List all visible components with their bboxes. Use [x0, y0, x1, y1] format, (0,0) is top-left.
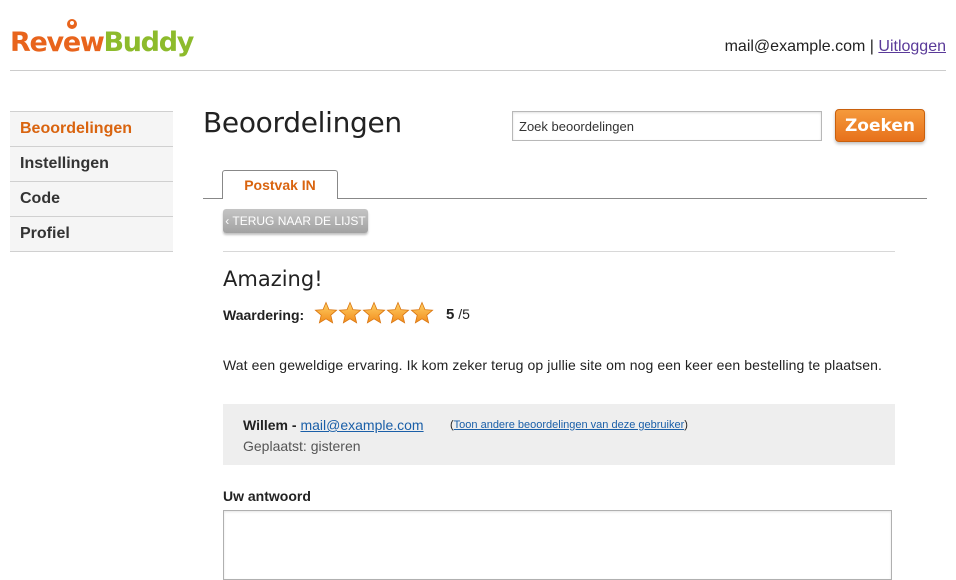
posted-date: Geplaatst: gisteren [243, 438, 361, 454]
user-account-area: mail@example.com | Uitloggen [725, 38, 946, 56]
other-reviews: (Toon andere beoordelingen van deze gebr… [450, 419, 688, 431]
paren-close: ) [684, 419, 688, 431]
search-input[interactable] [512, 111, 822, 141]
back-to-list-button[interactable]: ‹ TERUG NAAR DE LIJST [223, 209, 368, 233]
logo-text: RevewBuddy [10, 27, 194, 58]
sidebar-item-profiel[interactable]: Profiel [10, 217, 173, 252]
star-icon [410, 301, 434, 324]
star-icon [362, 301, 386, 324]
rating-score: 5 /5 [446, 306, 470, 323]
sidebar-item-code[interactable]: Code [10, 182, 173, 217]
other-reviews-link[interactable]: Toon andere beoordelingen van deze gebru… [454, 419, 685, 431]
logout-link[interactable]: Uitloggen [878, 38, 946, 55]
header-divider [10, 70, 946, 71]
author-line: Willem - mail@example.com [243, 417, 424, 433]
rating-label: Waardering: [223, 307, 305, 323]
review-body: Wat een geweldige ervaring. Ik kom zeker… [223, 357, 883, 373]
sidebar-item-beoordelingen[interactable]: Beoordelingen [10, 112, 173, 147]
answer-label: Uw antwoord [223, 488, 311, 504]
logo-eye-icon [67, 19, 77, 29]
star-icon [314, 301, 338, 324]
author-info-box: Willem - mail@example.com (Toon andere b… [223, 404, 895, 465]
star-icon [338, 301, 362, 324]
tab-postvak-in[interactable]: Postvak IN [222, 170, 338, 199]
answer-textarea[interactable] [223, 510, 892, 580]
header-separator: | [869, 38, 874, 55]
author-dash: - [288, 417, 301, 433]
star-icon [386, 301, 410, 324]
sidebar-nav: Beoordelingen Instellingen Code Profiel [10, 111, 173, 252]
author-name: Willem [243, 417, 288, 433]
page-title: Beoordelingen [203, 106, 402, 139]
content-divider [223, 251, 895, 252]
sidebar-item-instellingen[interactable]: Instellingen [10, 147, 173, 182]
user-email: mail@example.com [724, 38, 866, 55]
review-buddy-logo[interactable]: RevewBuddy [10, 17, 220, 63]
rating-score-value: 5 [446, 306, 455, 323]
author-email-link[interactable]: mail@example.com [300, 417, 423, 433]
rating-stars [314, 300, 434, 326]
rating-score-max: /5 [458, 306, 470, 322]
search-button[interactable]: Zoeken [835, 109, 925, 142]
review-title: Amazing! [223, 267, 323, 291]
